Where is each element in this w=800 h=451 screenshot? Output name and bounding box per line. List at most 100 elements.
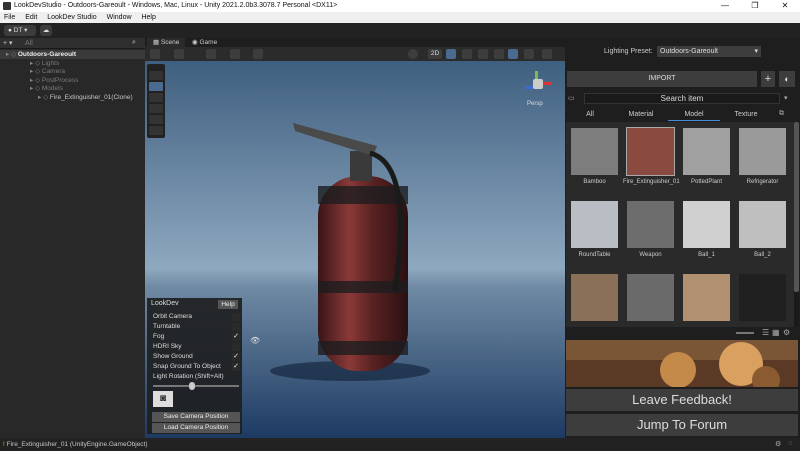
account-label: DT — [13, 27, 23, 34]
asset-thumbnail[interactable] — [682, 273, 731, 322]
rect-tool-icon[interactable] — [149, 115, 163, 124]
list-view-icon[interactable]: ☰ — [762, 328, 769, 337]
pivot-icon[interactable] — [174, 49, 184, 59]
snap-icon[interactable] — [230, 49, 240, 59]
lookdev-option-label: Turntable — [153, 323, 181, 330]
account-dropdown[interactable]: ● DT ▾ — [4, 25, 36, 36]
search-icon[interactable]: ⌕ — [132, 39, 136, 47]
asset-thumbnail[interactable] — [626, 200, 675, 249]
tab-model[interactable]: Model — [668, 108, 720, 121]
gameobject-icon: ▸ ◇ — [6, 51, 18, 58]
hierarchy-search-input[interactable]: All — [25, 40, 33, 47]
sphere-icon[interactable]: ◐ — [779, 71, 795, 87]
asset-thumbnail[interactable] — [738, 200, 787, 249]
add-icon[interactable]: + — [761, 71, 775, 87]
close-button[interactable]: ✕ — [770, 0, 800, 12]
asset-thumbnail[interactable] — [570, 200, 619, 249]
debug-icon[interactable]: ⚙ — [775, 440, 781, 448]
asset-thumbnail[interactable] — [738, 127, 787, 176]
filter-icon[interactable]: ▾ — [784, 94, 788, 102]
lighting-toggle-icon[interactable] — [446, 49, 456, 59]
thumbnail-size-slider[interactable] — [736, 332, 754, 334]
light-rotation-slider[interactable] — [153, 382, 239, 390]
camera-settings-icon[interactable] — [524, 49, 534, 59]
menu-lookdev-studio[interactable]: LookDev Studio — [47, 14, 96, 21]
menu-edit[interactable]: Edit — [25, 14, 37, 21]
lookdev-option-checkbox[interactable] — [232, 313, 240, 321]
hidden-objects-icon[interactable] — [494, 49, 504, 59]
grid-icon[interactable] — [206, 49, 216, 59]
asset-thumbnail[interactable] — [738, 273, 787, 322]
load-camera-position-button[interactable]: Load Camera Position — [152, 423, 240, 433]
move-tool-icon[interactable] — [149, 82, 163, 91]
audio-toggle-icon[interactable] — [462, 49, 472, 59]
tab-all[interactable]: All — [568, 108, 612, 121]
asset-thumbnail[interactable] — [570, 127, 619, 176]
snap-increment-icon[interactable] — [253, 49, 263, 59]
tab-texture[interactable]: Texture — [722, 108, 770, 121]
lighting-preset-label: Lighting Preset: — [604, 48, 653, 55]
asset-thumbnail[interactable] — [682, 127, 731, 176]
gizmos-icon[interactable] — [542, 49, 552, 59]
transform-tool-icon[interactable] — [149, 126, 163, 135]
gameobject-icon: ▸ ◇ — [30, 76, 42, 84]
maximize-button[interactable]: ❐ — [740, 0, 770, 12]
eye-icon[interactable]: 👁 — [250, 336, 260, 345]
lookdev-title: LookDev — [151, 300, 179, 307]
asset-scrollbar[interactable] — [794, 122, 799, 327]
popout-icon[interactable]: ⧉ — [779, 110, 784, 118]
lookdev-option-checkbox[interactable] — [232, 343, 240, 351]
rotate-tool-icon[interactable] — [149, 93, 163, 102]
folder-icon[interactable]: ▭ — [568, 94, 578, 102]
tab-game[interactable]: ◉ Game — [186, 38, 223, 47]
menu-help[interactable]: Help — [141, 14, 155, 21]
lookdev-option-label: Fog — [153, 333, 165, 340]
tab-scene[interactable]: ▦ Scene — [147, 38, 186, 47]
search-item-input[interactable]: Search item — [584, 93, 780, 104]
jump-to-forum-button[interactable]: Jump To Forum — [566, 414, 798, 436]
draw-mode-icon[interactable] — [150, 49, 160, 59]
camera-icon[interactable]: ◙ — [153, 391, 173, 407]
hierarchy-item[interactable]: ▸ ◇ Fire_Extinguisher_01(Clone) — [0, 93, 145, 102]
import-button[interactable]: IMPORT — [567, 71, 757, 87]
scale-tool-icon[interactable] — [149, 104, 163, 113]
effects-toggle-icon[interactable] — [478, 49, 488, 59]
asset-label: Fire_Extinguisher_01 — [623, 179, 680, 185]
lookdev-option-checkbox[interactable] — [232, 323, 240, 331]
lookdev-option-checkbox[interactable]: ✓ — [232, 353, 240, 361]
cloud-icon[interactable]: ☁ — [40, 25, 52, 36]
shading-mode-icon[interactable] — [408, 49, 418, 59]
asset-label: Weapon — [639, 252, 662, 258]
asset-label: Ball_1 — [698, 252, 715, 258]
asset-thumbnail[interactable] — [570, 273, 619, 322]
asset-thumbnail[interactable] — [626, 127, 675, 176]
slider-handle[interactable] — [188, 382, 195, 390]
menu-file[interactable]: File — [4, 14, 15, 21]
lookdev-option-checkbox[interactable]: ✓ — [232, 363, 240, 371]
lighting-preset-dropdown[interactable]: Outdoors-Gareoult ▾ — [657, 46, 761, 57]
window-title-bar: LookDevStudio - Outdoors-Gareoult - Wind… — [0, 0, 800, 12]
lookdev-option-checkbox[interactable]: ✓ — [232, 333, 240, 341]
hierarchy-add-button[interactable]: + ▾ — [3, 39, 13, 47]
lookdev-option-label: Snap Ground To Object — [153, 363, 221, 370]
hand-tool-icon[interactable] — [149, 71, 163, 80]
progress-icon[interactable]: ◌ — [788, 440, 792, 447]
hierarchy-toolbar: + ▾ All ⌕ — [0, 38, 145, 49]
grid-view-icon[interactable]: ▦ — [772, 328, 780, 337]
gameobject-icon: ▸ ◇ — [30, 59, 42, 67]
lookdev-option-label: Orbit Camera — [153, 313, 193, 320]
light-rotation-label: Light Rotation (Shift+Alt) — [153, 373, 224, 380]
account-icon: ● — [8, 27, 12, 34]
help-button[interactable]: Help — [218, 300, 238, 309]
minimize-button[interactable]: — — [710, 0, 740, 12]
tab-material[interactable]: Material — [614, 108, 668, 121]
settings-icon[interactable]: ⚙ — [783, 328, 790, 337]
orientation-gizmo[interactable]: Persp — [523, 71, 553, 111]
menu-window[interactable]: Window — [107, 14, 132, 21]
asset-thumbnail[interactable] — [626, 273, 675, 322]
leave-feedback-button[interactable]: Leave Feedback! — [566, 389, 798, 411]
scene-visibility-icon[interactable] — [508, 49, 518, 59]
save-camera-position-button[interactable]: Save Camera Position — [152, 412, 240, 422]
toggle-2d-button[interactable]: 2D — [428, 49, 442, 59]
asset-thumbnail[interactable] — [682, 200, 731, 249]
